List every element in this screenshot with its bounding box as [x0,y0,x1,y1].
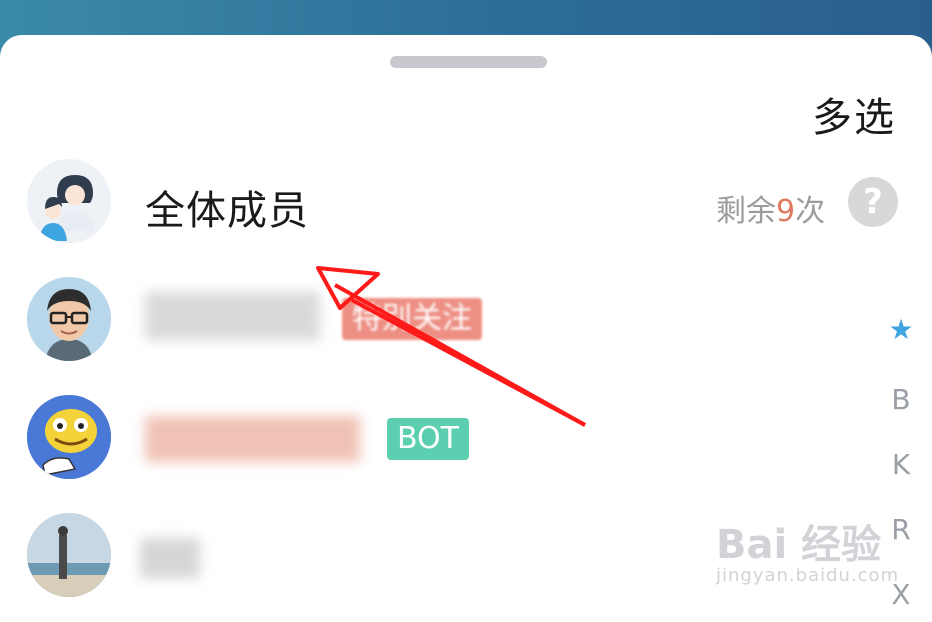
drag-handle[interactable] [390,56,547,68]
group-avatar [27,159,111,243]
blurred-member-name [140,538,200,578]
multi-select-button[interactable]: 多选 [812,85,896,143]
all-members-label: 全体成员 [145,188,309,234]
special-follow-tag: 特别关注 [342,298,482,340]
help-icon[interactable]: ? [848,177,898,227]
blurred-member-name [145,292,320,340]
avatar [27,277,111,361]
baidu-jingyan-watermark: Bai 经验 jingyan.baidu.com [716,522,900,586]
list-item-all-members[interactable]: 全体成员 剩余9次 ? [0,150,898,250]
avatar [27,513,111,597]
avatar [27,395,111,479]
photo-avatar-icon [27,513,111,597]
remaining-quota: 剩余9次 [716,194,826,229]
index-letter-k[interactable]: K [885,448,917,481]
index-letter-b[interactable]: B [885,383,917,416]
list-item-member[interactable]: 特别关注 [0,268,880,368]
blurred-member-name [145,416,360,462]
index-star[interactable]: ★ [885,313,917,346]
cartoon-man-avatar-icon [27,277,111,361]
group-people-icon [27,159,111,243]
list-item-member[interactable]: BOT [0,386,880,486]
emoji-face-avatar-icon [27,395,111,479]
bot-tag: BOT [387,418,469,460]
